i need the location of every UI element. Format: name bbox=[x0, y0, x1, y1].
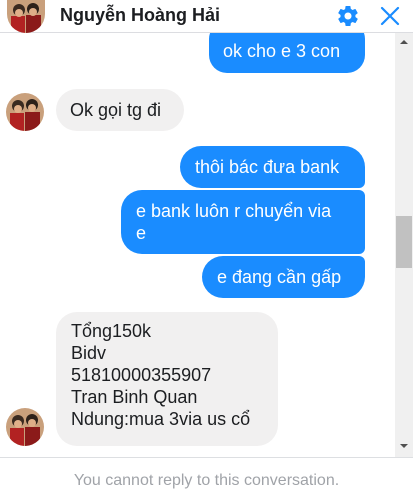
message-text: thôi bác đưa bank bbox=[195, 157, 340, 177]
sender-avatar[interactable] bbox=[6, 408, 44, 446]
scrollbar-thumb[interactable] bbox=[396, 216, 412, 268]
contact-name: Nguyễn Hoàng Hải bbox=[60, 5, 221, 25]
contact-avatar[interactable] bbox=[7, 0, 45, 33]
sender-avatar[interactable] bbox=[6, 93, 44, 131]
close-icon[interactable] bbox=[378, 4, 402, 28]
message-line: e bank luôn r chuyển via bbox=[136, 201, 332, 221]
composer-footer: You cannot reply to this conversation. bbox=[0, 457, 413, 500]
gear-icon[interactable] bbox=[336, 4, 360, 28]
message-text: e đang cần gấp bbox=[217, 267, 342, 287]
scroll-down-arrow-icon[interactable] bbox=[395, 439, 413, 451]
message-bubble-outgoing: thôi bác đưa bank bbox=[180, 146, 365, 188]
scroll-up-arrow-icon[interactable] bbox=[395, 35, 413, 47]
message-bubble-outgoing: e bank luôn r chuyển via e bbox=[121, 190, 365, 254]
message-line: Tran Binh Quan bbox=[71, 387, 198, 407]
message-line: Tổng150k bbox=[71, 321, 152, 341]
message-bubble-outgoing: e đang cần gấp bbox=[202, 256, 365, 298]
message-line: Ndung:mua 3via us cổ bbox=[71, 409, 251, 429]
message-text: ok cho e 3 con bbox=[223, 41, 341, 61]
message-line: 51810000355907 bbox=[71, 365, 212, 385]
reply-disabled-notice: You cannot reply to this conversation. bbox=[73, 472, 340, 489]
message-bubble-incoming: Ok gọi tg đi bbox=[56, 89, 184, 131]
message-list[interactable]: ok cho e 3 con Ok gọi tg đi thôi bác đưa… bbox=[0, 33, 395, 457]
message-line: e bbox=[136, 223, 147, 243]
message-line: Bidv bbox=[71, 343, 107, 363]
message-bubble-incoming: Tổng150k Bidv 51810000355907 Tran Binh Q… bbox=[56, 312, 278, 446]
message-text: Ok gọi tg đi bbox=[70, 100, 162, 120]
message-bubble-outgoing: ok cho e 3 con bbox=[209, 33, 365, 73]
scrollbar[interactable] bbox=[395, 33, 413, 457]
chat-header: Nguyễn Hoàng Hải bbox=[0, 0, 413, 33]
